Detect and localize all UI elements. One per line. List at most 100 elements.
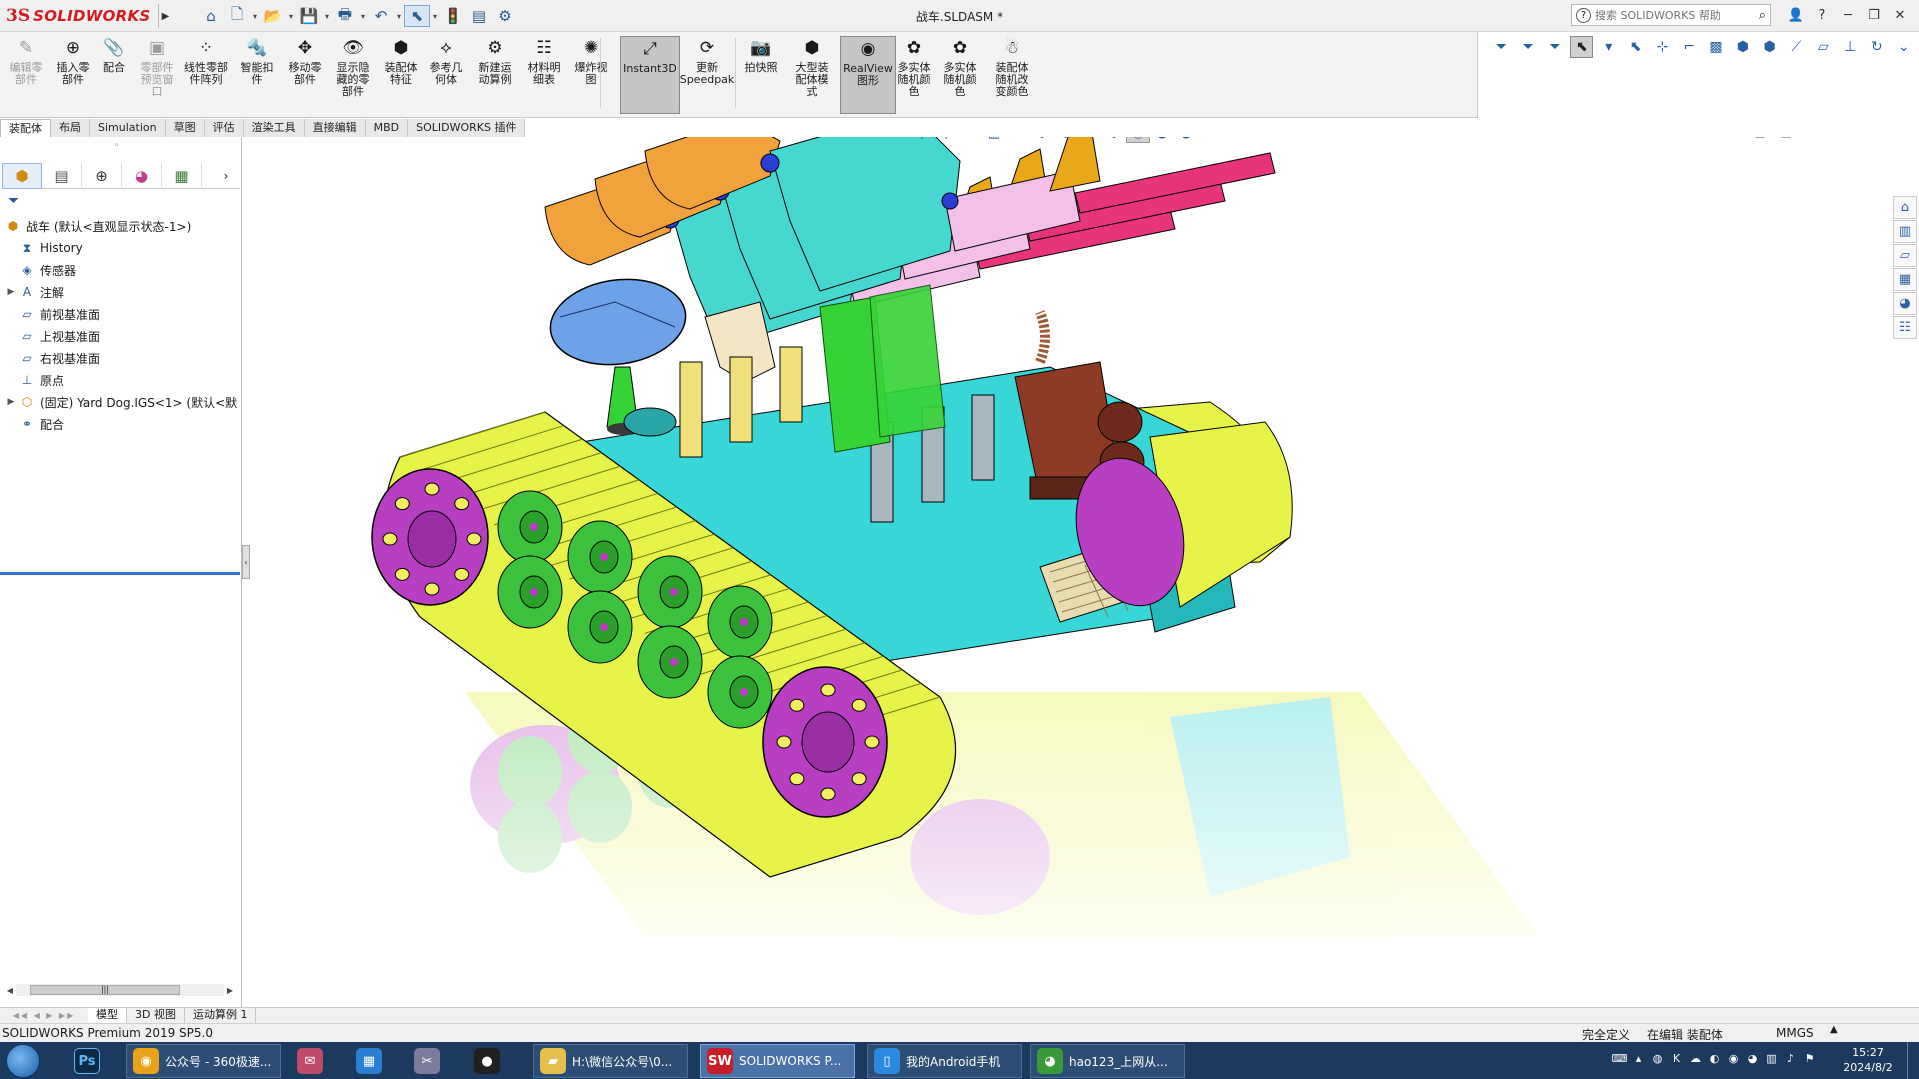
dropdown-arrow-icon[interactable]: ▾ [394,12,404,21]
featuremanager-tab-icon[interactable]: ⬢ [2,163,42,189]
select-dropdown-icon[interactable]: ▾ [1597,36,1620,58]
command-assembly-features[interactable]: ⬢ 装配体 特征 [380,36,422,114]
command-linear-pattern[interactable]: ⁘ 线性零部 件阵列 [180,36,232,114]
taskbar-chrome[interactable]: ◕ hao123_上网从... [1030,1044,1185,1078]
view-palette-icon[interactable]: ▦ [1893,268,1917,291]
tree-item[interactable]: ⧗ History [4,237,240,259]
file-explorer-icon[interactable]: ▱ [1893,244,1917,267]
open-icon[interactable]: 📂 [260,5,286,27]
photoshop-taskbar[interactable]: Ps [74,1044,106,1078]
tree-root[interactable]: ⬢ 战车 (默认<直观显示状态-1>) [4,215,240,237]
tab-3[interactable]: 草图 [165,119,205,137]
taskbar-tool-app[interactable]: ✂ [414,1044,458,1078]
tab-6[interactable]: 直接编辑 [304,119,366,137]
dropdown-arrow-icon[interactable]: ▾ [358,12,368,21]
taskbar-mail-app[interactable]: ✉ [297,1044,341,1078]
zoom-in-out-icon[interactable]: ⚲ [910,137,934,143]
minimize-button[interactable]: ─ [1835,4,1861,26]
view-settings-icon[interactable]: ▭ [1222,137,1246,143]
component-icon[interactable]: ⬢ [1731,36,1754,58]
save-icon[interactable]: 💾 [296,5,322,27]
tab-0[interactable]: 装配体 [0,119,51,137]
filter-toggle-icon[interactable]: ⏷ [1517,36,1540,58]
command-insert-components[interactable]: ⊕ 插入零 部件 [52,36,94,114]
plane-select-icon[interactable]: ▱ [1812,36,1835,58]
viewport-restore-icon[interactable]: ❐ [1825,137,1851,139]
more-tabs-arrow-icon[interactable]: › [212,163,240,189]
wechat-icon[interactable]: ◍ [1648,1052,1667,1065]
filter-purple-icon[interactable]: ⏷ [1544,36,1567,58]
viewport-minimize-icon[interactable]: ─ [1799,137,1825,139]
tile-right-icon[interactable]: ◨ [1773,137,1799,139]
network-icon[interactable]: ▥ [1762,1052,1781,1065]
zoom-to-area-icon[interactable]: ⌗ [886,137,910,143]
tree-item[interactable]: ⊥ 原点 [4,369,240,391]
command-realview[interactable]: ◉ RealView 图形 [840,36,896,114]
new-document-icon[interactable]: 🗋 [224,5,250,27]
unit-system-arrow-icon[interactable]: ▲ [1830,1024,1838,1035]
taskbar-browser-360[interactable]: ◉ 公众号 - 360极速... [126,1044,281,1078]
help-icon[interactable]: ? [1576,7,1591,23]
print-icon[interactable]: 🖶 [332,5,358,27]
solidworks-logo[interactable]: 3S SOLIDWORKS [6,3,151,29]
bottom-tab-2[interactable]: 运动算例 1 [185,1008,257,1023]
scroll-thumb[interactable]: ||| [30,985,180,995]
start-button[interactable] [6,1044,40,1078]
close-button[interactable]: ✕ [1887,4,1913,26]
dropdown-arrow-icon[interactable]: ▾ [250,12,260,21]
chevron-down-icon[interactable]: ⌄ [1892,36,1915,58]
select-icon[interactable]: ⬉ [404,5,430,27]
command-smart-fasteners[interactable]: 🔩 智能扣 件 [236,36,278,114]
tree-item[interactable]: ▱ 右视基准面 [4,347,240,369]
expand-arrow-icon[interactable]: ▶ [4,397,18,407]
command-bom[interactable]: ☷ 材料明 细表 [522,36,566,114]
command-instant3d[interactable]: ⤢ Instant3D [620,36,680,114]
view-orientation-icon[interactable]: ⬡ [1030,137,1054,143]
taskbar-record-app[interactable]: ● [474,1044,518,1078]
body-icon[interactable]: ⬢ [1758,36,1781,58]
tree-filter-icon[interactable]: ⏷ [8,193,19,209]
search-icon[interactable]: ⌕ [1759,8,1766,23]
tree-item[interactable]: ◈ 传感器 [4,259,240,281]
taskbar-solidworks[interactable]: SW SOLIDWORKS P... [700,1044,855,1078]
action-center-icon[interactable]: ⚑ [1800,1052,1819,1065]
chrome-tray-icon[interactable]: ◕ [1743,1052,1762,1065]
command-reference-geometry[interactable]: ⟡ 参考几 何体 [424,36,468,114]
tab-nav-arrows-icon[interactable]: ◀◀ ◀ ▶ ▶▶ [0,1011,88,1020]
command-random-color[interactable]: ✿ 多实体 随机颜 色 [892,36,936,114]
pointer-disabled-icon[interactable]: ⬉ [1624,36,1647,58]
keyboard-icon[interactable]: ⌨ [1610,1052,1629,1065]
taskbar-phone[interactable]: ▯ 我的Android手机 [867,1044,1022,1078]
command-edit-component[interactable]: ✎ 编辑零 部件 [6,36,46,114]
taskbar-folder[interactable]: ▰ H:\微信公众号\0... [533,1044,688,1078]
kugou-icon[interactable]: K [1667,1052,1686,1065]
face-icon[interactable]: ▩ [1705,36,1728,58]
edit-appearance-icon[interactable]: ◕ [1150,137,1174,143]
dropdown-arrow-icon[interactable]: ▾ [1198,137,1222,143]
tab-2[interactable]: Simulation [90,119,166,137]
volume-icon[interactable]: ♪ [1781,1052,1800,1065]
tab-5[interactable]: 渲染工具 [243,119,305,137]
tab-1[interactable]: 布局 [51,119,90,137]
graphics-area[interactable]: ⇕ ⌗ ⚲ ⚲ ↺ ▦ ✎ ⬡ ⬡ ▾ ⬡ ◉ ◕ ◒ ▾ ▭ ▾ ◧ ◨ ─ … [250,137,1889,1007]
user-account-icon[interactable]: 👤 [1783,4,1809,26]
tree-item[interactable]: ▱ 上视基准面 [4,325,240,347]
scroll-track[interactable]: ||| [16,984,224,996]
dropdown-arrow-icon[interactable]: ▾ [286,12,296,21]
unit-system[interactable]: MMGS [1776,1026,1814,1040]
dropdown-arrow-icon[interactable]: ▾ [1246,137,1270,143]
undo-icon[interactable]: ↶ [368,5,394,27]
command-snapshot[interactable]: 📷 拍快照 [740,36,782,114]
apply-scene-icon[interactable]: ◒ [1174,137,1198,143]
command-speedpak[interactable]: ⟳ 更新 Speedpak [680,36,735,114]
tab-7[interactable]: MBD [365,119,409,137]
command-component-preview[interactable]: ▣ 零部件 预览窗 口 [136,36,178,114]
section-view-icon[interactable]: ▦ [982,137,1006,143]
bottom-tab-1[interactable]: 3D 视图 [127,1008,185,1023]
hide-show-items-icon[interactable]: ⬡ [1102,137,1126,143]
command-large-assembly[interactable]: ⬢ 大型装 配体模 式 [788,36,836,114]
taskbar-store-app[interactable]: ▦ [356,1044,400,1078]
tile-left-icon[interactable]: ◧ [1747,137,1773,139]
command-new-motion-study[interactable]: ⚙ 新建运 动算例 [472,36,518,114]
filter-icon[interactable]: ⏷ [1490,36,1513,58]
